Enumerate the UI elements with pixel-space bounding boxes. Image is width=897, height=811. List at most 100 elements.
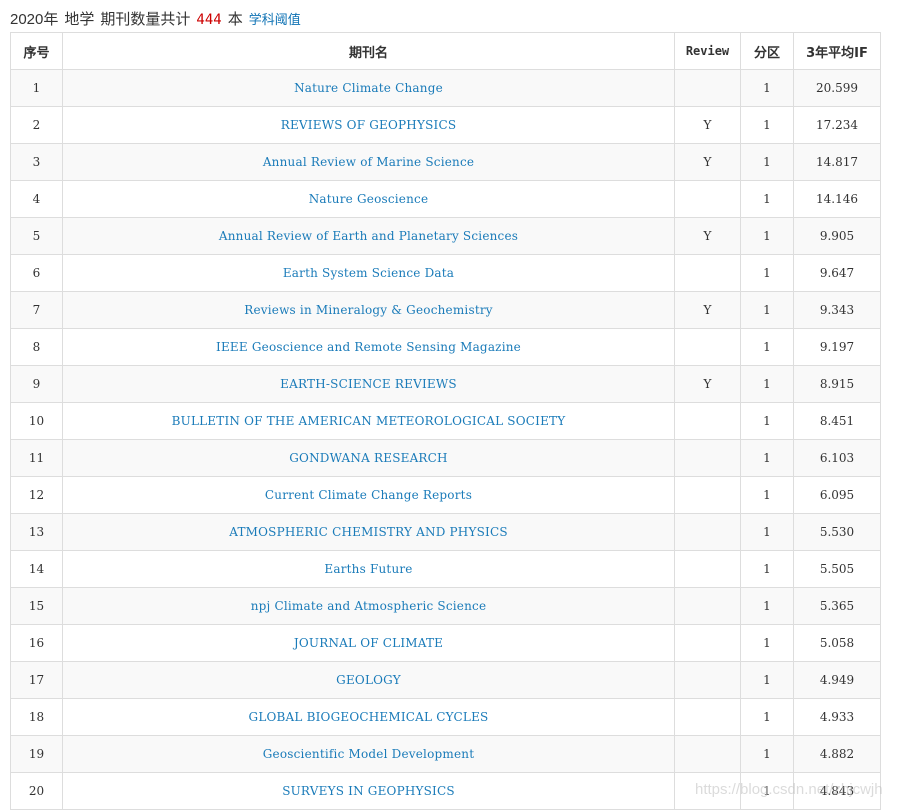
- cell-impact-factor: 4.843: [793, 772, 881, 810]
- journal-name-link[interactable]: JOURNAL OF CLIMATE: [62, 624, 675, 662]
- table-row: 18 GLOBAL BIOGEOCHEMICAL CYCLES 1 4.933: [10, 698, 881, 736]
- cell-review: [674, 698, 741, 736]
- cell-no: 12: [10, 476, 63, 514]
- cell-impact-factor: 6.103: [793, 439, 881, 477]
- table-row: 7 Reviews in Mineralogy & Geochemistry Y 1 9…: [10, 291, 881, 329]
- cell-zone: 1: [740, 439, 794, 477]
- cell-review: [674, 772, 741, 810]
- year-label: 2020年: [10, 11, 59, 28]
- cell-review: [674, 180, 741, 218]
- journal-name-link[interactable]: Nature Geoscience: [62, 180, 675, 218]
- cell-impact-factor: 5.058: [793, 624, 881, 662]
- cell-review: Y: [674, 365, 741, 403]
- cell-zone: 1: [740, 772, 794, 810]
- journal-name-link[interactable]: SURVEYS IN GEOPHYSICS: [62, 772, 675, 810]
- cell-no: 8: [10, 328, 63, 366]
- journal-name-link[interactable]: ATMOSPHERIC CHEMISTRY AND PHYSICS: [62, 513, 675, 551]
- journal-name-link[interactable]: EARTH-SCIENCE REVIEWS: [62, 365, 675, 403]
- cell-review: [674, 69, 741, 107]
- table-row: 11 GONDWANA RESEARCH 1 6.103: [10, 439, 881, 477]
- cell-review: [674, 254, 741, 292]
- cell-no: 5: [10, 217, 63, 255]
- journal-name-link[interactable]: GONDWANA RESEARCH: [62, 439, 675, 477]
- cell-review: [674, 439, 741, 477]
- cell-review: Y: [674, 217, 741, 255]
- cell-impact-factor: 9.197: [793, 328, 881, 366]
- table-row: 15 npj Climate and Atmospheric Science 1 5.…: [10, 587, 881, 625]
- journal-name-link[interactable]: Nature Climate Change: [62, 69, 675, 107]
- journal-name-link[interactable]: GLOBAL BIOGEOCHEMICAL CYCLES: [62, 698, 675, 736]
- journal-name-link[interactable]: Geoscientific Model Development: [62, 735, 675, 773]
- cell-no: 6: [10, 254, 63, 292]
- table-row: 19 Geoscientific Model Development 1 4.882: [10, 735, 881, 773]
- cell-impact-factor: 8.451: [793, 402, 881, 440]
- cell-zone: 1: [740, 402, 794, 440]
- cell-no: 3: [10, 143, 63, 181]
- journal-name-link[interactable]: Earth System Science Data: [62, 254, 675, 292]
- journal-table: 序号 期刊名 Review 分区 3年平均IF 1 Nature Climate …: [10, 32, 881, 810]
- subject-label: 地学: [64, 11, 95, 28]
- cell-zone: 1: [740, 624, 794, 662]
- table-row: 3 Annual Review of Marine Science Y 1 14.817: [10, 143, 881, 181]
- cell-review: [674, 328, 741, 366]
- cell-zone: 1: [740, 180, 794, 218]
- table-row: 5 Annual Review of Earth and Planetary Sc…: [10, 217, 881, 255]
- cell-impact-factor: 6.095: [793, 476, 881, 514]
- column-header-review: Review: [674, 32, 741, 70]
- cell-impact-factor: 8.915: [793, 365, 881, 403]
- column-header-zone: 分区: [740, 32, 794, 70]
- cell-no: 10: [10, 402, 63, 440]
- cell-zone: 1: [740, 698, 794, 736]
- column-header-no: 序号: [10, 32, 63, 70]
- journal-name-link[interactable]: Current Climate Change Reports: [62, 476, 675, 514]
- cell-zone: 1: [740, 661, 794, 699]
- table-row: 13 ATMOSPHERIC CHEMISTRY AND PHYSICS 1 5.53…: [10, 513, 881, 551]
- journal-name-link[interactable]: IEEE Geoscience and Remote Sensing Magaz…: [62, 328, 675, 366]
- cell-zone: 1: [740, 291, 794, 329]
- cell-impact-factor: 4.933: [793, 698, 881, 736]
- cell-zone: 1: [740, 735, 794, 773]
- cell-no: 1: [10, 69, 63, 107]
- cell-no: 2: [10, 106, 63, 144]
- unit-label: 本: [227, 11, 243, 28]
- journal-name-link[interactable]: BULLETIN OF THE AMERICAN METEOROLOGICAL …: [62, 402, 675, 440]
- table-row: 1 Nature Climate Change 1 20.599: [10, 69, 881, 107]
- table-row: 20 SURVEYS IN GEOPHYSICS 1 4.843: [10, 772, 881, 810]
- cell-zone: 1: [740, 365, 794, 403]
- cell-impact-factor: 5.530: [793, 513, 881, 551]
- journal-name-link[interactable]: Annual Review of Marine Science: [62, 143, 675, 181]
- cell-impact-factor: 9.905: [793, 217, 881, 255]
- journal-name-link[interactable]: npj Climate and Atmospheric Science: [62, 587, 675, 625]
- subject-threshold-link[interactable]: 学科阈值: [249, 12, 301, 27]
- cell-zone: 1: [740, 550, 794, 588]
- cell-zone: 1: [740, 106, 794, 144]
- cell-impact-factor: 17.234: [793, 106, 881, 144]
- cell-impact-factor: 9.343: [793, 291, 881, 329]
- page-header: 2020年 地学 期刊数量共计 444 本学科阈值: [10, 9, 301, 31]
- journal-name-link[interactable]: Reviews in Mineralogy & Geochemistry: [62, 291, 675, 329]
- cell-review: [674, 661, 741, 699]
- cell-no: 15: [10, 587, 63, 625]
- journal-name-link[interactable]: Earths Future: [62, 550, 675, 588]
- journal-name-link[interactable]: GEOLOGY: [62, 661, 675, 699]
- cell-zone: 1: [740, 328, 794, 366]
- cell-no: 17: [10, 661, 63, 699]
- cell-no: 14: [10, 550, 63, 588]
- journal-name-link[interactable]: Annual Review of Earth and Planetary Sci…: [62, 217, 675, 255]
- journal-count: 444: [196, 12, 222, 28]
- cell-impact-factor: 5.505: [793, 550, 881, 588]
- cell-impact-factor: 14.817: [793, 143, 881, 181]
- table-row: 4 Nature Geoscience 1 14.146: [10, 180, 881, 218]
- table-row: 14 Earths Future 1 5.505: [10, 550, 881, 588]
- cell-impact-factor: 20.599: [793, 69, 881, 107]
- table-header-row: 序号 期刊名 Review 分区 3年平均IF: [10, 32, 881, 70]
- cell-zone: 1: [740, 587, 794, 625]
- cell-zone: 1: [740, 69, 794, 107]
- journal-name-link[interactable]: REVIEWS OF GEOPHYSICS: [62, 106, 675, 144]
- cell-review: [674, 624, 741, 662]
- cell-review: Y: [674, 291, 741, 329]
- cell-no: 9: [10, 365, 63, 403]
- cell-review: [674, 735, 741, 773]
- table-body: 1 Nature Climate Change 1 20.599 2 REVIEWS OF…: [10, 69, 881, 810]
- cell-review: [674, 550, 741, 588]
